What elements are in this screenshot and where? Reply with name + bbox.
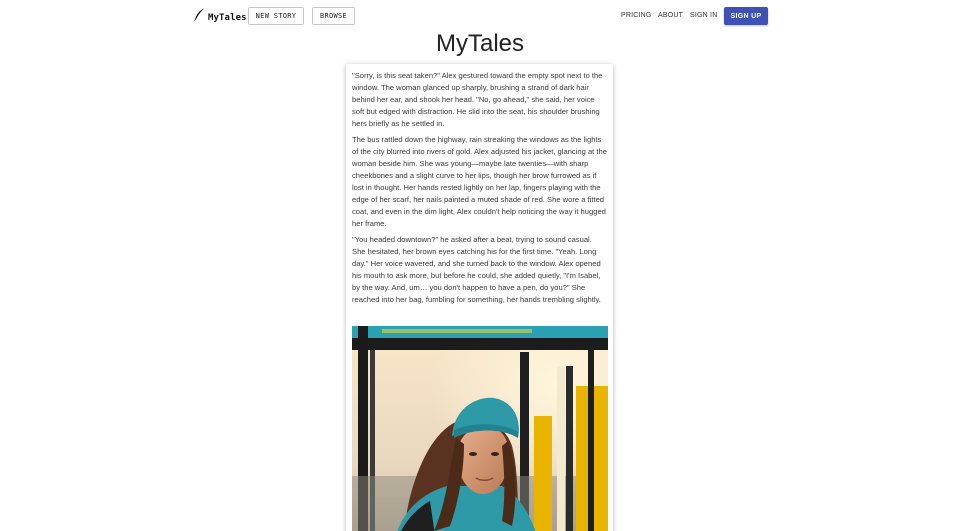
story-paragraph: The bus rattled down the highway, rain s… [352,135,607,228]
story-paragraph: "Sorry, is this seat taken?" Alex gestur… [352,71,603,128]
top-navigation-bar: MyTales NEW STORY BROWSE PRICING ABOUT S… [0,0,960,32]
logo[interactable]: MyTales [193,8,247,27]
nav-pricing-link[interactable]: PRICING [621,12,652,19]
quill-pen-icon [193,8,205,27]
logo-text: MyTales [208,12,247,23]
sign-up-button[interactable]: SIGN UP [724,7,768,25]
nav-sign-in-link[interactable]: SIGN IN [690,12,717,19]
story-card: "Sorry, is this seat taken?" Alex gestur… [346,64,613,531]
story-illustration [352,326,608,531]
browse-button[interactable]: BROWSE [312,7,355,25]
nav-about-link[interactable]: ABOUT [658,12,683,19]
new-story-button[interactable]: NEW STORY [248,7,304,25]
page-title: MyTales [435,30,525,57]
story-paragraph: "You headed downtown?" he asked after a … [352,235,601,304]
